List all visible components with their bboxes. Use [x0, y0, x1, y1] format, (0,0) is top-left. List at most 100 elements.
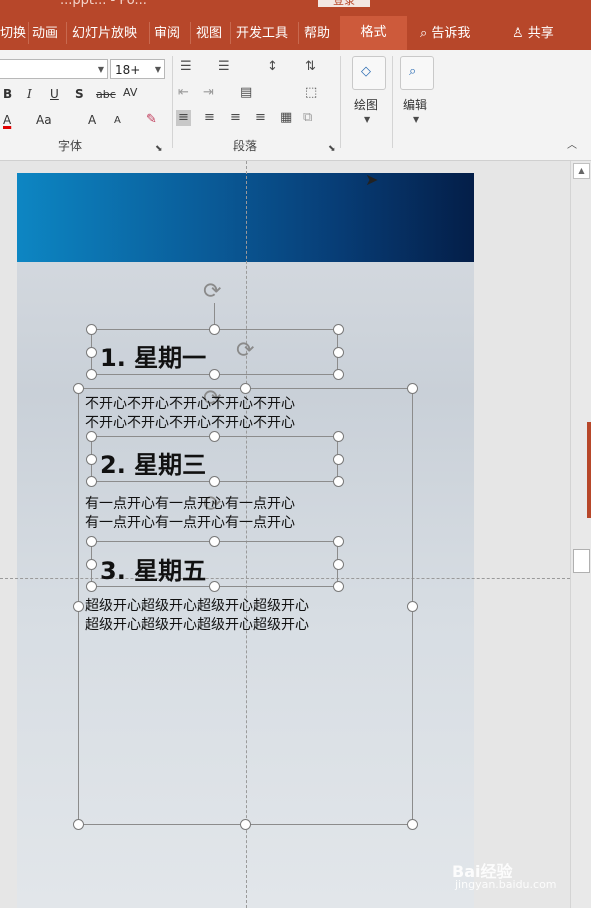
strikethrough-button[interactable]: abc — [96, 88, 116, 101]
drawing-button[interactable]: ◇ — [352, 56, 386, 90]
resize-handle[interactable] — [333, 536, 344, 547]
character-spacing-button[interactable]: AV — [123, 86, 137, 99]
clear-format-icon[interactable]: ✎ — [146, 112, 157, 128]
align-left-icon[interactable]: ≡ — [176, 110, 191, 126]
resize-handle[interactable] — [407, 819, 418, 830]
chevron-down-icon[interactable]: ▼ — [364, 112, 370, 128]
resize-handle[interactable] — [86, 476, 97, 487]
tell-me-search[interactable]: ⌕ 告诉我 — [420, 22, 470, 41]
resize-handle[interactable] — [333, 324, 344, 335]
distributed-icon[interactable]: ▦ — [280, 110, 292, 126]
resize-handle[interactable] — [209, 324, 220, 335]
body-line[interactable]: 不开心不开心不开心不开心不开心 — [85, 395, 295, 414]
decrease-indent-icon[interactable]: ⇤ — [178, 85, 189, 101]
tab-view[interactable]: 视图 — [196, 22, 222, 41]
numbering-icon[interactable]: ☰ — [218, 59, 230, 75]
bullets-icon[interactable]: ☰ — [180, 59, 192, 75]
dialog-launcher-icon[interactable]: ⬊ — [328, 141, 336, 157]
share-label: 共享 — [527, 26, 554, 41]
resize-handle[interactable] — [86, 536, 97, 547]
drawing-label: 绘图 — [354, 98, 379, 112]
resize-handle[interactable] — [240, 383, 251, 394]
share-button[interactable]: ♙ 共享 — [512, 22, 554, 41]
increase-indent-icon[interactable]: ⇥ — [203, 85, 214, 101]
underline-button[interactable]: U — [50, 87, 59, 101]
body-line[interactable]: 有一点开心有一点开心有一点开心 — [85, 495, 295, 514]
chevron-down-icon: ▼ — [154, 65, 161, 74]
title-bar: ...ppt... - Po... 登录 切换 动画 幻灯片放映 审阅 视图 开… — [0, 0, 591, 50]
justify-icon[interactable]: ≡ — [255, 110, 266, 126]
tab-slideshow[interactable]: 幻灯片放映 — [72, 22, 137, 41]
resize-handle[interactable] — [333, 347, 344, 358]
tab-help[interactable]: 帮助 — [304, 22, 330, 41]
shapes-icon: ◇ — [361, 64, 371, 79]
tab-animations[interactable]: 动画 — [32, 22, 58, 41]
tab-review[interactable]: 审阅 — [154, 22, 180, 41]
font-size-combo[interactable]: 18+ ▼ — [110, 59, 165, 79]
heading-friday[interactable]: 3. 星期五 — [100, 551, 206, 586]
align-text-icon[interactable]: ⬚ — [305, 85, 317, 101]
text-direction-icon[interactable]: ⇅ — [305, 59, 316, 75]
chevron-down-icon[interactable]: ▼ — [413, 112, 419, 128]
rotate-handle-icon[interactable]: ⟳ — [203, 281, 221, 303]
shrink-font-button[interactable]: A — [114, 115, 121, 126]
sign-in-button[interactable]: 登录 — [318, 0, 370, 7]
change-case-button[interactable]: Aa — [36, 113, 52, 127]
mouse-cursor-icon: ➤ — [365, 170, 379, 189]
align-right-icon[interactable]: ≡ — [230, 110, 241, 126]
resize-handle[interactable] — [333, 454, 344, 465]
bold-button[interactable]: B — [3, 87, 12, 101]
rotate-handle-icon[interactable]: ⟳ — [236, 340, 254, 362]
resize-handle[interactable] — [333, 581, 344, 592]
smartart-icon[interactable]: ⧉ — [303, 110, 312, 126]
heading-monday[interactable]: 1. 星期一 — [100, 338, 206, 373]
resize-handle[interactable] — [86, 347, 97, 358]
resize-handle[interactable] — [209, 536, 220, 547]
resize-handle[interactable] — [86, 581, 97, 592]
dialog-launcher-icon[interactable]: ⬊ — [155, 141, 163, 157]
scroll-up-arrow[interactable]: ▲ — [573, 163, 590, 179]
align-center-icon[interactable]: ≡ — [204, 110, 215, 126]
search-icon: ⌕ — [409, 64, 417, 79]
resize-handle[interactable] — [209, 476, 220, 487]
font-name-combo[interactable]: ▼ — [0, 59, 108, 79]
resize-handle[interactable] — [86, 454, 97, 465]
resize-handle[interactable] — [86, 559, 97, 570]
body-line[interactable]: 超级开心超级开心超级开心超级开心 — [85, 597, 309, 616]
columns-icon[interactable]: ▤ — [240, 85, 252, 101]
resize-handle[interactable] — [333, 476, 344, 487]
resize-handle[interactable] — [407, 383, 418, 394]
resize-handle[interactable] — [73, 383, 84, 394]
paragraph-group-label: 段落 — [233, 139, 258, 153]
body-line[interactable]: 超级开心超级开心超级开心超级开心 — [85, 616, 309, 635]
ribbon: ▼ 18+ ▼ B I U S abc AV A Aa A A ✎ 字体 ⬊ ☰ … — [0, 50, 591, 161]
resize-handle[interactable] — [209, 581, 220, 592]
font-color-button[interactable]: A — [3, 113, 11, 127]
font-size-value: 18+ — [115, 63, 141, 77]
resize-handle[interactable] — [333, 559, 344, 570]
body-line[interactable]: 不开心不开心不开心不开心不开心 — [85, 414, 295, 433]
search-icon: ⌕ — [420, 26, 428, 41]
resize-handle[interactable] — [73, 601, 84, 612]
heading-wednesday[interactable]: 2. 星期三 — [100, 445, 206, 480]
resize-handle[interactable] — [86, 369, 97, 380]
tab-format[interactable]: 格式 — [340, 16, 407, 50]
shadow-button[interactable]: S — [75, 87, 84, 101]
grow-font-button[interactable]: A — [88, 113, 96, 127]
italic-button[interactable]: I — [27, 87, 32, 101]
editing-button[interactable]: ⌕ — [400, 56, 434, 90]
resize-handle[interactable] — [333, 431, 344, 442]
collapse-ribbon-icon[interactable]: ︿ — [567, 138, 577, 154]
resize-handle[interactable] — [333, 369, 344, 380]
tab-transitions[interactable]: 切换 — [0, 22, 26, 41]
resize-handle[interactable] — [240, 819, 251, 830]
body-line[interactable]: 有一点开心有一点开心有一点开心 — [85, 514, 295, 533]
vertical-scrollbar[interactable]: ▲ — [570, 161, 591, 908]
resize-handle[interactable] — [86, 324, 97, 335]
resize-handle[interactable] — [73, 819, 84, 830]
tab-developer[interactable]: 开发工具 — [236, 22, 288, 41]
resize-handle[interactable] — [209, 369, 220, 380]
scroll-thumb[interactable] — [573, 549, 590, 573]
line-spacing-icon[interactable]: ↕ — [267, 59, 278, 75]
resize-handle[interactable] — [407, 601, 418, 612]
